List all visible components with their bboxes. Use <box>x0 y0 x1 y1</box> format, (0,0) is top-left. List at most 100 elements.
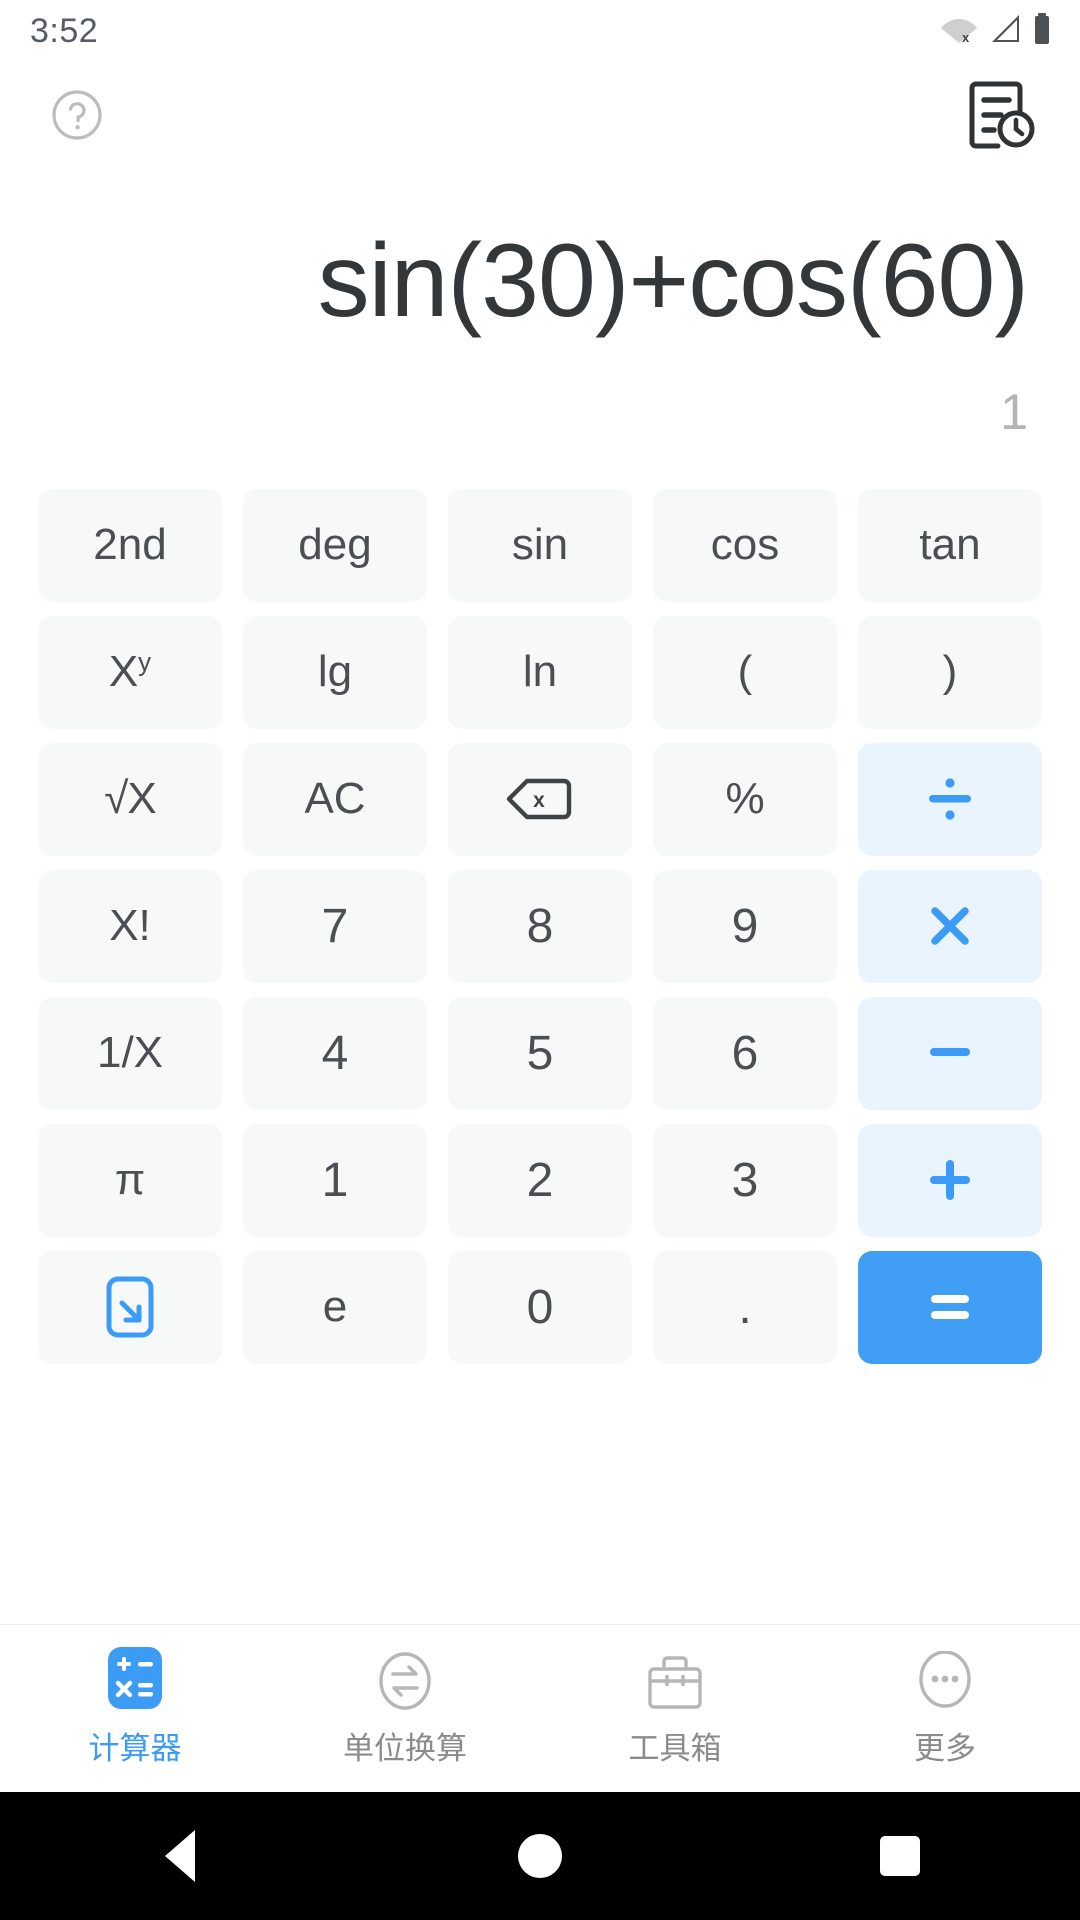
nav-item-label: 更多 <box>914 1731 976 1766</box>
key-label: tan <box>919 520 981 570</box>
key-label: e <box>322 1282 348 1332</box>
key-label: sin <box>511 520 569 570</box>
key-label: lg <box>317 647 353 697</box>
key-all-clear[interactable]: AC <box>243 742 427 856</box>
key-label: 2nd <box>93 520 167 570</box>
help-button[interactable] <box>50 88 104 147</box>
key-minus[interactable] <box>858 996 1042 1110</box>
nav-item-label: 工具箱 <box>628 1731 722 1766</box>
key-reciprocal[interactable]: 1/X <box>38 996 222 1110</box>
divide-icon <box>926 775 974 823</box>
calculator-app: 3:52 x sin(30)+cos(60) 1 2nd deg sin cos… <box>0 0 1080 1920</box>
collapse-keyboard-icon <box>106 1276 154 1338</box>
key-label: 3 <box>731 1153 759 1207</box>
toolbox-icon <box>646 1649 704 1711</box>
key-label: 2 <box>526 1153 554 1207</box>
key-label: 7 <box>321 899 349 953</box>
key-collapse-keyboard[interactable] <box>38 1250 222 1364</box>
key-label: cos <box>710 520 780 570</box>
key-label: AC <box>304 774 366 824</box>
svg-text:x: x <box>533 789 545 812</box>
key-label: 1/X <box>96 1028 164 1078</box>
key-power[interactable]: Xy <box>38 615 222 729</box>
key-open-paren[interactable]: ( <box>653 615 837 729</box>
plus-icon <box>928 1158 972 1202</box>
key-label: √X <box>104 774 156 824</box>
key-8[interactable]: 8 <box>448 869 632 983</box>
status-icons: x <box>940 12 1052 51</box>
key-2[interactable]: 2 <box>448 1123 632 1237</box>
nav-item-toolbox[interactable]: 工具箱 <box>540 1649 810 1768</box>
help-circle-icon <box>50 88 104 147</box>
system-navigation-bar <box>0 1792 1080 1920</box>
expression-text[interactable]: sin(30)+cos(60) <box>318 220 1029 343</box>
home-circle-icon <box>518 1834 562 1878</box>
multiply-icon <box>928 904 972 948</box>
system-back-button[interactable] <box>120 1792 240 1920</box>
bottom-navigation: 计算器 单位换算 工具箱 更多 <box>0 1624 1080 1792</box>
key-label: ln <box>522 647 558 697</box>
nav-item-more-dots[interactable]: 更多 <box>810 1649 1080 1768</box>
key-label: ) <box>942 647 958 697</box>
key-label: π <box>114 1155 146 1205</box>
result-text: 1 <box>1000 383 1028 440</box>
calculator-icon <box>106 1647 164 1711</box>
unit-convert-icon <box>377 1649 433 1711</box>
nav-item-label: 计算器 <box>88 1731 182 1766</box>
key-pi[interactable]: π <box>38 1123 222 1237</box>
key-sin[interactable]: sin <box>448 488 632 602</box>
key-exponent-label: y <box>138 646 152 677</box>
keypad: 2nd deg sin cos tan Xy lg ln () √X AC x% X! 7 8 9 1/X 4 5 6… <box>0 488 1080 1364</box>
key-e[interactable]: e <box>243 1250 427 1364</box>
key-label: 6 <box>731 1026 759 1080</box>
key-label: Xy <box>108 646 152 697</box>
calculator-display: sin(30)+cos(60) 1 <box>0 172 1080 437</box>
minus-icon <box>928 1031 972 1075</box>
nav-item-unit-convert[interactable]: 单位换算 <box>270 1649 540 1768</box>
key-lg[interactable]: lg <box>243 615 427 729</box>
key-tan[interactable]: tan <box>858 488 1042 602</box>
key-sqrt[interactable]: √X <box>38 742 222 856</box>
key-cos[interactable]: cos <box>653 488 837 602</box>
backspace-icon: x <box>506 775 574 823</box>
key-0[interactable]: 0 <box>448 1250 632 1364</box>
key-6[interactable]: 6 <box>653 996 837 1110</box>
key-label: . <box>738 1280 752 1334</box>
recents-square-icon <box>880 1836 920 1876</box>
history-button[interactable] <box>966 81 1038 153</box>
key-4[interactable]: 4 <box>243 996 427 1110</box>
key-label: 8 <box>526 899 554 953</box>
battery-full-icon <box>1032 12 1052 51</box>
key-equals[interactable] <box>858 1250 1042 1364</box>
key-label: 0 <box>526 1280 554 1334</box>
key-5[interactable]: 5 <box>448 996 632 1110</box>
system-recents-button[interactable] <box>840 1792 960 1920</box>
key-ln[interactable]: ln <box>448 615 632 729</box>
key-label: 1 <box>321 1153 349 1207</box>
key-factorial[interactable]: X! <box>38 869 222 983</box>
key-deg[interactable]: deg <box>243 488 427 602</box>
key-plus[interactable] <box>858 1123 1042 1237</box>
key-label: deg <box>298 520 372 570</box>
nav-item-label: 单位换算 <box>343 1731 467 1766</box>
key-backspace[interactable]: x <box>448 742 632 856</box>
more-dots-icon <box>917 1649 973 1711</box>
key-divide[interactable] <box>858 742 1042 856</box>
key-2nd[interactable]: 2nd <box>38 488 222 602</box>
key-label: 9 <box>731 899 759 953</box>
nav-item-calculator[interactable]: 计算器 <box>0 1647 270 1768</box>
key-label: ( <box>737 647 753 697</box>
key-close-paren[interactable]: ) <box>858 615 1042 729</box>
key-1[interactable]: 1 <box>243 1123 427 1237</box>
back-triangle-icon <box>165 1830 195 1882</box>
cellular-signal-icon <box>988 13 1022 50</box>
key-7[interactable]: 7 <box>243 869 427 983</box>
status-bar: 3:52 x <box>0 0 1080 62</box>
key-decimal[interactable]: . <box>653 1250 837 1364</box>
key-3[interactable]: 3 <box>653 1123 837 1237</box>
key-9[interactable]: 9 <box>653 869 837 983</box>
key-percent[interactable]: % <box>653 742 837 856</box>
system-home-button[interactable] <box>480 1792 600 1920</box>
equals-icon <box>928 1284 972 1330</box>
key-multiply[interactable] <box>858 869 1042 983</box>
